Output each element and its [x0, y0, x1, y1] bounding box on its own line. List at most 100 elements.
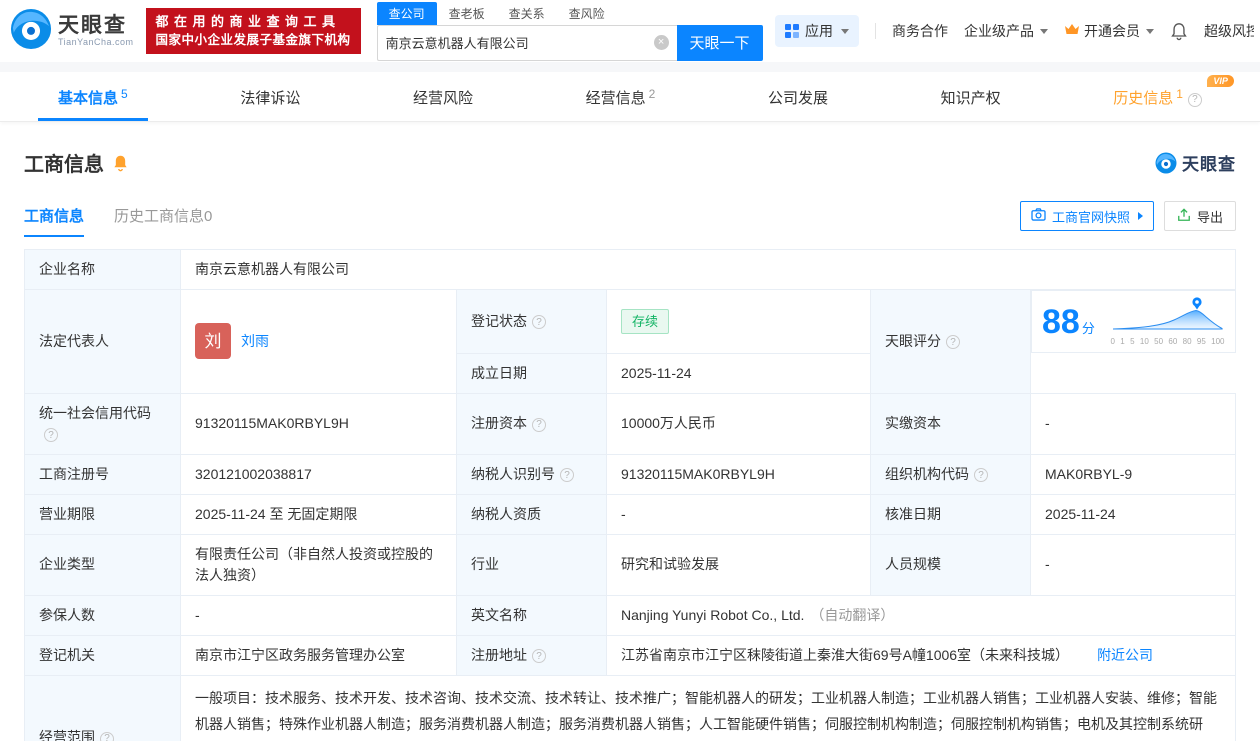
field-label-insured: 参保人数 — [24, 594, 181, 636]
field-label-company-name: 企业名称 — [24, 249, 181, 290]
field-label-term: 营业期限 — [24, 493, 181, 535]
nav-cooperation[interactable]: 商务合作 — [892, 21, 948, 41]
crown-icon — [1064, 23, 1080, 39]
legal-rep-avatar: 刘 — [195, 323, 231, 360]
field-label-reg-no: 工商注册号 — [24, 453, 181, 495]
score-axis-ticks: 0 1 5 10 50 60 80 95 100 — [1110, 337, 1225, 346]
header-separator — [0, 62, 1260, 72]
field-value-term: 2025-11-24 至 无固定期限 — [180, 493, 457, 535]
business-info-table: 企业名称 南京云意机器人有限公司 法定代表人 刘 刘雨 登记状态 存续 天眼评分… — [24, 249, 1236, 741]
tab-count: 2 — [648, 87, 656, 101]
notification-bell-icon[interactable] — [1170, 22, 1188, 41]
tianyancha-logo-icon — [1155, 152, 1177, 173]
nearby-companies-link[interactable]: 附近公司 — [1097, 647, 1153, 663]
field-value-staff-size: - — [1030, 533, 1236, 596]
field-value-reg-capital: 10000万人民币 — [606, 392, 871, 455]
tab-count: 1 — [1176, 87, 1183, 101]
field-label-credit-code: 统一社会信用代码 — [24, 392, 181, 455]
search-tab-relation[interactable]: 查关系 — [497, 2, 557, 25]
nav-super-risk[interactable]: 超级风控 — [1204, 21, 1254, 41]
field-value-reg-authority: 南京市江宁区政务服务管理办公室 — [180, 634, 457, 676]
divider — [875, 23, 876, 39]
help-icon[interactable] — [532, 315, 546, 330]
section-title: 工商信息 — [24, 154, 104, 176]
field-label-reg-authority: 登记机关 — [24, 634, 181, 676]
field-label-staff-size: 人员规模 — [870, 533, 1031, 596]
field-value-paid-capital: - — [1030, 392, 1236, 455]
field-label-company-type: 企业类型 — [24, 533, 181, 596]
status-badge: 存续 — [621, 308, 670, 334]
search-input[interactable] — [385, 35, 654, 50]
section-header: 工商信息 天眼查 — [24, 148, 1236, 177]
field-value-company-name: 南京云意机器人有限公司 — [180, 249, 1236, 290]
tab-intellectual-property[interactable]: 知识产权 — [941, 72, 1001, 121]
tab-company-development[interactable]: 公司发展 — [768, 72, 828, 121]
field-value-score: 88 分 0 1 5 10 50 60 80 95 100 — [1031, 290, 1236, 353]
score-distribution-chart: 0 1 5 10 50 60 80 95 100 — [1111, 295, 1225, 348]
auto-translate-note: （自动翻译） — [810, 606, 895, 623]
help-icon[interactable] — [974, 468, 988, 482]
field-label-paid-capital: 实缴资本 — [870, 392, 1031, 455]
field-label-reg-capital: 注册资本 — [456, 392, 607, 455]
tab-operating-info[interactable]: 经营信息 2 — [586, 72, 656, 121]
field-label-score: 天眼评分 — [870, 289, 1031, 394]
brand-domain: TianYanCha.com — [58, 37, 134, 48]
top-header: 天眼查 TianYanCha.com 都在用的商业查询工具 国家中小企业发展子基… — [0, 0, 1260, 62]
field-value-industry: 研究和试验发展 — [606, 533, 871, 596]
section-watermark-logo: 天眼查 — [1155, 150, 1236, 175]
search-tab-boss[interactable]: 查老板 — [437, 2, 497, 25]
camera-icon — [1031, 208, 1046, 224]
help-icon[interactable] — [560, 468, 574, 482]
nav-vip[interactable]: 开通会员 — [1064, 21, 1154, 41]
brand-name: 天眼查 — [58, 13, 127, 37]
chevron-down-icon — [1146, 28, 1154, 34]
search-button[interactable]: 天眼一下 — [676, 24, 763, 61]
subtab-business-info[interactable]: 工商信息 — [24, 205, 85, 237]
help-icon[interactable] — [532, 417, 546, 432]
tianyancha-logo[interactable]: 天眼查 TianYanCha.com — [10, 8, 134, 55]
search-input-wrap: × — [376, 24, 677, 61]
monitor-bell-icon[interactable] — [112, 154, 129, 172]
slogan-line1: 都在用的商业查询工具 — [155, 13, 341, 29]
field-value-credit-code: 91320115MAK0RBYL9H — [180, 392, 457, 455]
export-button[interactable]: 导出 — [1163, 201, 1236, 231]
tab-operating-risk[interactable]: 经营风险 — [413, 72, 473, 121]
tab-basic-info[interactable]: 基本信息 5 — [38, 72, 148, 121]
field-label-legal-rep: 法定代表人 — [24, 289, 181, 394]
apps-menu[interactable]: 应用 — [775, 15, 859, 47]
subtab-history-business-info[interactable]: 历史工商信息0 — [114, 205, 212, 237]
table-row: 营业期限 2025-11-24 至 无固定期限 纳税人资质 - 核准日期 202… — [24, 493, 1236, 535]
official-snapshot-button[interactable]: 工商官网快照 — [1019, 201, 1154, 231]
legal-rep-name-link[interactable]: 刘雨 — [241, 331, 269, 352]
field-value-insured: - — [180, 594, 457, 636]
clear-search-icon[interactable]: × — [653, 35, 669, 50]
tab-legal-proceedings[interactable]: 法律诉讼 — [240, 72, 300, 121]
search-tab-risk[interactable]: 查风险 — [557, 2, 617, 25]
score-unit: 分 — [1081, 320, 1095, 336]
search-block: 查公司 查老板 查关系 查风险 × 天眼一下 — [376, 1, 763, 61]
help-icon[interactable] — [946, 335, 960, 350]
field-label-address: 注册地址 — [456, 634, 607, 676]
score-value: 88 — [1042, 302, 1080, 341]
search-tab-company[interactable]: 查公司 — [376, 1, 437, 25]
help-icon[interactable] — [100, 731, 114, 741]
apps-grid-icon — [785, 24, 799, 38]
tab-history-info[interactable]: 历史信息1 VIP — [1113, 72, 1234, 121]
table-row: 登记机关 南京市江宁区政务服务管理办公室 注册地址 江苏省南京市江宁区秣陵街道上… — [24, 634, 1236, 676]
help-icon[interactable] — [44, 428, 58, 442]
subtab-row: 工商信息 历史工商信息0 工商官网快照 导出 — [24, 201, 1236, 237]
help-icon[interactable] — [1187, 92, 1202, 107]
field-value-approval-date: 2025-11-24 — [1030, 493, 1236, 535]
nav-enterprise[interactable]: 企业级产品 — [964, 21, 1048, 41]
field-value-reg-no: 320121002038817 — [180, 453, 457, 495]
main-content: 工商信息 天眼查 工商信息 历史工商信息0 工商官网快照 导出 企业名称 南京云… — [0, 122, 1260, 741]
field-label-taxpayer-quality: 纳税人资质 — [456, 493, 607, 535]
field-value-org-code: MAK0RBYL-9 — [1030, 453, 1236, 495]
table-row: 参保人数 - 英文名称 Nanjing Yunyi Robot Co., Ltd… — [24, 594, 1236, 636]
chevron-down-icon — [1040, 28, 1048, 34]
field-value-legal-rep: 刘 刘雨 — [180, 289, 457, 394]
help-icon[interactable] — [532, 649, 546, 663]
table-row: 企业名称 南京云意机器人有限公司 — [24, 249, 1236, 290]
export-icon — [1177, 207, 1191, 225]
table-row: 经营范围 一般项目：技术服务、技术开发、技术咨询、技术交流、技术转让、技术推广；… — [24, 674, 1236, 741]
